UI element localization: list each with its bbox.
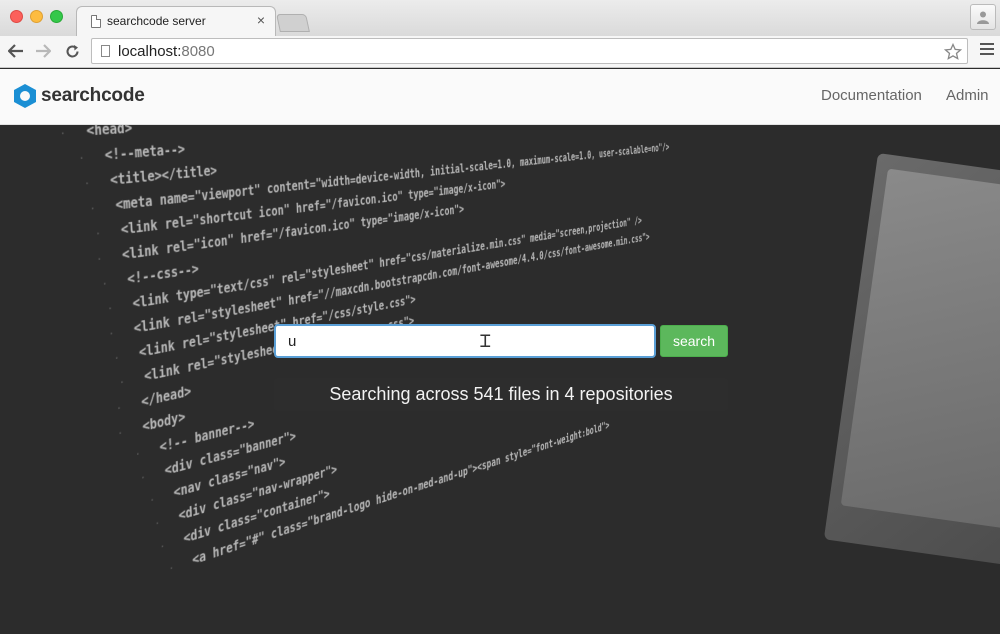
app-header: searchcode Documentation Admin bbox=[0, 69, 1000, 125]
search-status-text: Searching across 541 files in 4 reposito… bbox=[274, 378, 728, 411]
new-tab-button[interactable] bbox=[276, 14, 310, 32]
page-icon bbox=[101, 45, 110, 57]
nav-admin-link[interactable]: Admin bbox=[946, 87, 989, 104]
background-code-line: <body> bbox=[142, 408, 186, 435]
hero-section: <head> · <!--meta--> · <title></title> · <meta… bbox=[0, 125, 1000, 634]
browser-tab-active[interactable]: searchcode server × bbox=[76, 6, 276, 36]
tab-close-icon[interactable]: × bbox=[257, 12, 265, 28]
background-code-line: </head> bbox=[140, 382, 192, 411]
background-gutter-mark: · bbox=[117, 428, 123, 440]
background-gutter-mark: · bbox=[107, 304, 113, 315]
background-code-line: <!--meta--> bbox=[104, 140, 186, 164]
background-code-line: <head> bbox=[86, 125, 133, 140]
background-code-line: <!--css--> bbox=[127, 260, 200, 288]
close-window-button[interactable] bbox=[10, 10, 23, 23]
search-input[interactable] bbox=[274, 324, 656, 358]
text-cursor-icon: Ꮖ bbox=[480, 332, 492, 351]
background-monitor-image bbox=[823, 152, 1000, 568]
background-gutter-mark: · bbox=[154, 518, 160, 530]
nav-documentation-link[interactable]: Documentation bbox=[821, 87, 922, 104]
background-gutter-mark: · bbox=[119, 377, 125, 389]
background-gutter-mark: · bbox=[135, 449, 141, 460]
background-code-line: <title></title> bbox=[109, 162, 218, 189]
background-gutter-mark: · bbox=[169, 563, 174, 575]
page-icon bbox=[91, 15, 101, 28]
background-gutter-mark: · bbox=[96, 254, 102, 265]
minimize-window-button[interactable] bbox=[30, 10, 43, 23]
maximize-window-button[interactable] bbox=[50, 10, 63, 23]
address-bar[interactable]: localhost:8080 bbox=[91, 38, 968, 64]
background-gutter-mark: · bbox=[160, 541, 165, 553]
background-gutter-mark: · bbox=[102, 279, 108, 290]
background-gutter-mark: · bbox=[149, 495, 155, 506]
bookmark-star-icon[interactable] bbox=[943, 40, 963, 67]
background-gutter-mark: · bbox=[116, 403, 122, 415]
browser-menu-icon[interactable] bbox=[980, 43, 994, 57]
background-gutter-mark: · bbox=[95, 229, 101, 240]
browser-titlebar: searchcode server × bbox=[0, 0, 1000, 36]
logo-text: searchcode bbox=[41, 85, 145, 106]
search-button[interactable]: search bbox=[660, 325, 728, 357]
url-text: localhost:8080 bbox=[118, 43, 215, 60]
background-code-image: <head> · <!--meta--> · <title></title> · <meta… bbox=[0, 125, 669, 626]
background-gutter-mark: · bbox=[140, 473, 146, 484]
browser-toolbar: localhost:8080 bbox=[0, 36, 1000, 68]
background-gutter-mark: · bbox=[114, 353, 120, 364]
background-gutter-mark: · bbox=[60, 129, 66, 140]
background-gutter-mark: · bbox=[108, 329, 114, 340]
reload-icon[interactable] bbox=[61, 40, 83, 62]
tab-title: searchcode server bbox=[107, 14, 206, 28]
logo[interactable]: searchcode bbox=[14, 84, 145, 108]
forward-icon[interactable] bbox=[32, 40, 54, 62]
background-gutter-mark: · bbox=[78, 153, 85, 164]
searchcode-logo-icon bbox=[14, 84, 36, 108]
back-icon[interactable] bbox=[5, 40, 27, 62]
profile-icon[interactable] bbox=[970, 4, 996, 30]
background-gutter-mark: · bbox=[90, 204, 96, 215]
background-gutter-mark: · bbox=[84, 179, 90, 190]
